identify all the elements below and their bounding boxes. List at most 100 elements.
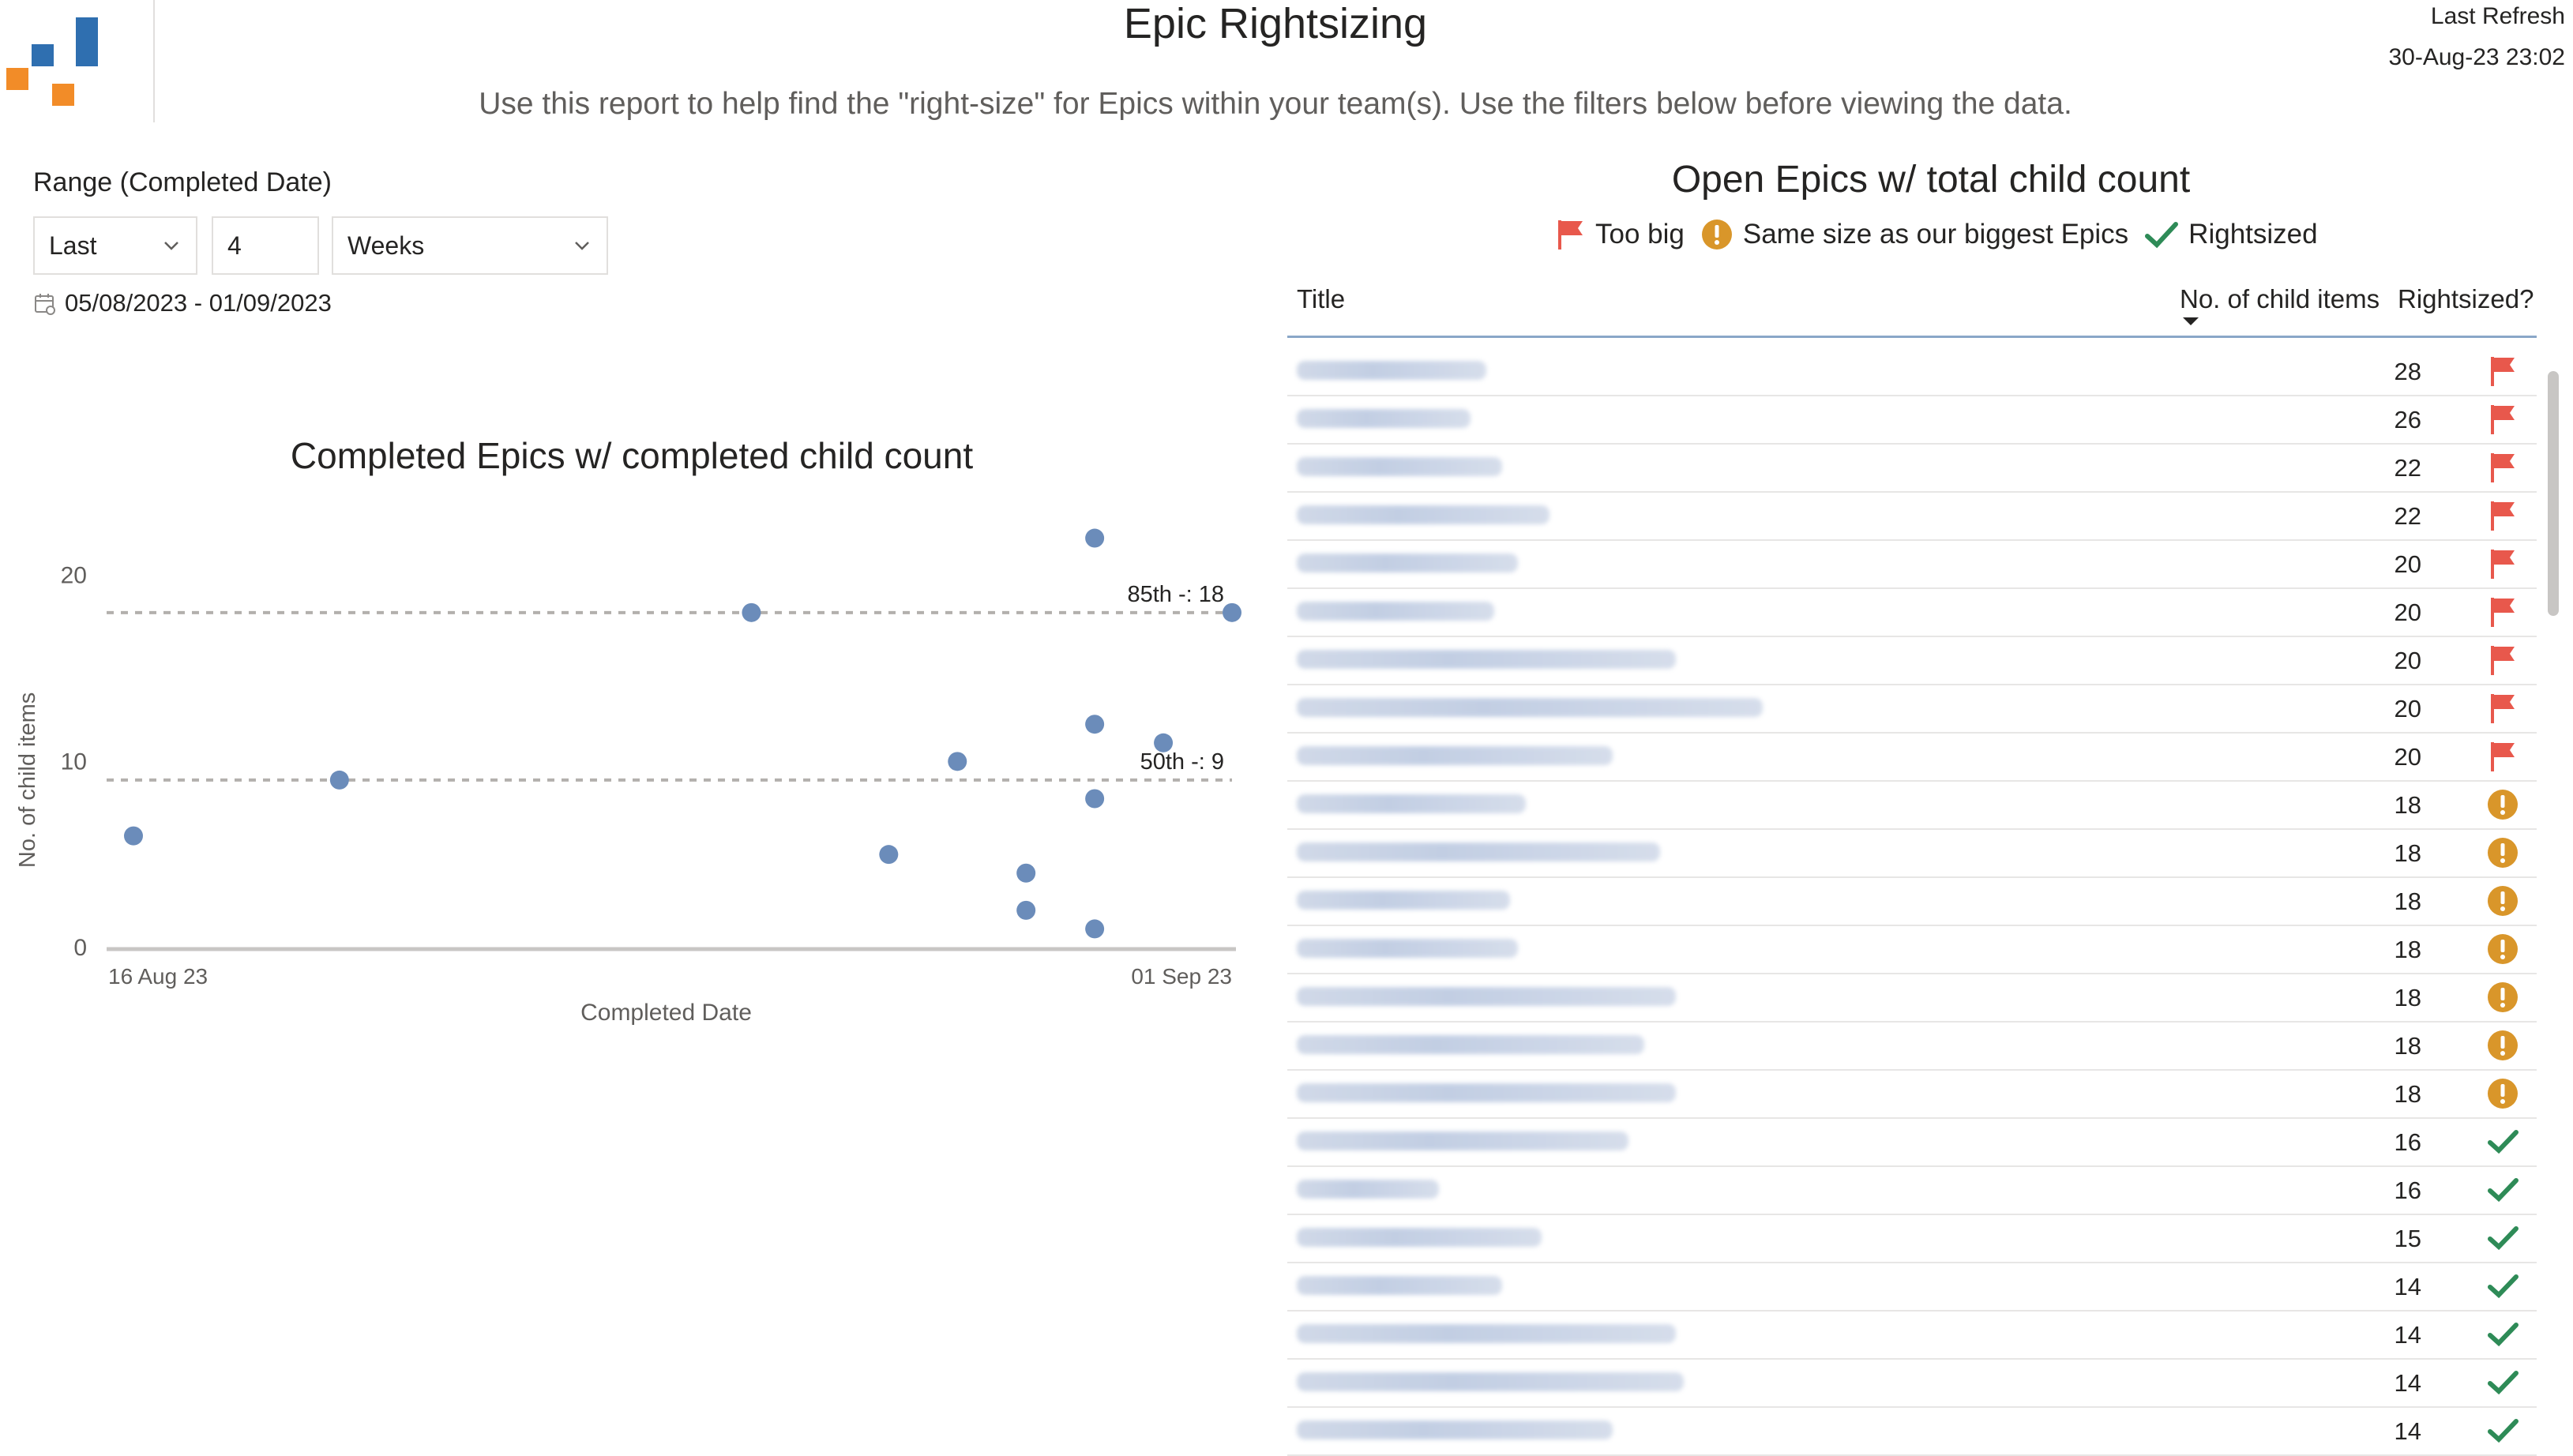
scatter-point[interactable]: [1085, 919, 1105, 939]
scatter-point[interactable]: [1016, 863, 1036, 883]
scatter-point[interactable]: [1016, 900, 1036, 920]
redacted-title: [1297, 1420, 1613, 1439]
redacted-title: [1297, 505, 1549, 524]
y-tick-label: 10: [61, 749, 87, 775]
warning-icon: [2486, 981, 2519, 1014]
redacted-title: [1297, 842, 1660, 861]
table-row[interactable]: 22: [1287, 445, 2537, 493]
child-count-cell: 18: [2394, 1032, 2421, 1060]
table-row[interactable]: 26: [1287, 396, 2537, 445]
child-count-cell: 18: [2394, 791, 2421, 819]
scatter-point[interactable]: [1085, 528, 1105, 548]
unit-dropdown[interactable]: Weeks: [332, 216, 608, 275]
table-row[interactable]: 18: [1287, 782, 2537, 830]
period-dropdown-value: Last: [49, 231, 97, 260]
child-count-cell: 28: [2394, 358, 2421, 385]
scatter-point[interactable]: [879, 845, 899, 865]
table-row[interactable]: 20: [1287, 637, 2537, 685]
table-row[interactable]: 20: [1287, 685, 2537, 734]
table-row[interactable]: 20: [1287, 734, 2537, 782]
scatter-point[interactable]: [742, 602, 761, 622]
legend-rightsized-label: Rightsized: [2188, 219, 2318, 250]
scatter-point[interactable]: [1085, 715, 1105, 734]
table-row[interactable]: 20: [1287, 541, 2537, 589]
scatter-point[interactable]: [1085, 789, 1105, 809]
count-input[interactable]: 4: [212, 216, 319, 275]
table-row[interactable]: 14: [1287, 1360, 2537, 1408]
flag-icon: [2486, 740, 2519, 773]
column-header-child-count[interactable]: No. of child items: [2180, 284, 2380, 314]
x-tick-label: 01 Sep 23: [1131, 964, 1232, 989]
table-row[interactable]: 20: [1287, 589, 2537, 637]
scatter-point[interactable]: [329, 770, 349, 790]
period-dropdown[interactable]: Last: [33, 216, 197, 275]
sort-descending-icon[interactable]: [2181, 316, 2200, 327]
count-input-value: 4: [227, 231, 242, 260]
range-filter-label: Range (Completed Date): [33, 167, 332, 197]
x-axis-label: Completed Date: [580, 1000, 752, 1026]
redacted-title: [1297, 891, 1510, 910]
flag-icon: [2486, 547, 2519, 580]
column-header-title[interactable]: Title: [1297, 284, 1345, 314]
flag-icon: [2486, 692, 2519, 725]
unit-dropdown-value: Weeks: [347, 231, 425, 260]
scatter-point[interactable]: [124, 826, 143, 846]
legend-same-size: Same size as our biggest Epics: [1700, 218, 2128, 251]
redacted-title: [1297, 1035, 1644, 1054]
page-title: Epic Rightsizing: [1123, 0, 1428, 47]
child-count-cell: 26: [2394, 406, 2421, 433]
child-count-cell: 18: [2394, 1080, 2421, 1108]
table-row[interactable]: 18: [1287, 878, 2537, 926]
table-legend: Too big Same size as our biggest Epics R…: [1556, 218, 2323, 251]
p50-reference-label: 50th -: 9: [1140, 749, 1224, 775]
child-count-cell: 18: [2394, 984, 2421, 1011]
legend-same-size-label: Same size as our biggest Epics: [1742, 219, 2129, 250]
last-refresh-label: Last Refresh: [2430, 3, 2565, 29]
table-row[interactable]: 18: [1287, 1023, 2537, 1071]
column-header-rightsized[interactable]: Rightsized?: [2398, 284, 2534, 314]
warning-icon: [2486, 933, 2519, 966]
child-count-cell: 20: [2394, 647, 2421, 674]
table-row[interactable]: 18: [1287, 974, 2537, 1023]
check-icon: [2145, 222, 2179, 249]
table-row[interactable]: 14: [1287, 1263, 2537, 1312]
legend-rightsized: Rightsized: [2144, 219, 2318, 250]
child-count-cell: 18: [2394, 839, 2421, 867]
check-icon: [2486, 1366, 2519, 1399]
table-row[interactable]: 28: [1287, 348, 2537, 396]
warning-icon: [2486, 788, 2519, 821]
redacted-title: [1297, 1372, 1684, 1391]
check-icon: [2486, 1221, 2519, 1255]
scatter-point[interactable]: [1154, 733, 1174, 752]
table-row[interactable]: 15: [1287, 1215, 2537, 1263]
scatter-point[interactable]: [1223, 602, 1241, 622]
child-count-cell: 20: [2394, 599, 2421, 626]
scatter-point[interactable]: [948, 752, 967, 771]
child-count-cell: 16: [2394, 1176, 2421, 1204]
flag-icon: [2486, 355, 2519, 388]
y-tick-label: 20: [61, 563, 87, 589]
redacted-title: [1297, 1228, 1542, 1247]
warning-icon: [1701, 220, 1732, 250]
table-row[interactable]: 16: [1287, 1119, 2537, 1167]
flag-icon: [2486, 403, 2519, 436]
redacted-title: [1297, 1083, 1676, 1102]
redacted-title: [1297, 1131, 1628, 1150]
table-row[interactable]: 14: [1287, 1408, 2537, 1456]
table-row[interactable]: 18: [1287, 926, 2537, 974]
table-scrollbar[interactable]: [2548, 371, 2559, 616]
date-range: 05/08/2023 - 01/09/2023: [33, 289, 332, 317]
table-row[interactable]: 18: [1287, 830, 2537, 878]
table-row[interactable]: 14: [1287, 1312, 2537, 1360]
table-row[interactable]: 22: [1287, 493, 2537, 541]
table-row[interactable]: 16: [1287, 1167, 2537, 1215]
table-row[interactable]: 18: [1287, 1071, 2537, 1119]
x-tick-label: 16 Aug 23: [108, 964, 208, 989]
table-body: 28 26 22 22 20 20 20 20 20 18 18 18 18 18 18 18 16 16 15 14…: [1287, 348, 2537, 1456]
child-count-cell: 15: [2394, 1225, 2421, 1252]
warning-icon: [2486, 1029, 2519, 1062]
calendar-icon: [35, 294, 55, 315]
redacted-title: [1297, 794, 1526, 813]
check-icon: [2486, 1318, 2519, 1351]
flag-icon: [1558, 220, 1583, 250]
